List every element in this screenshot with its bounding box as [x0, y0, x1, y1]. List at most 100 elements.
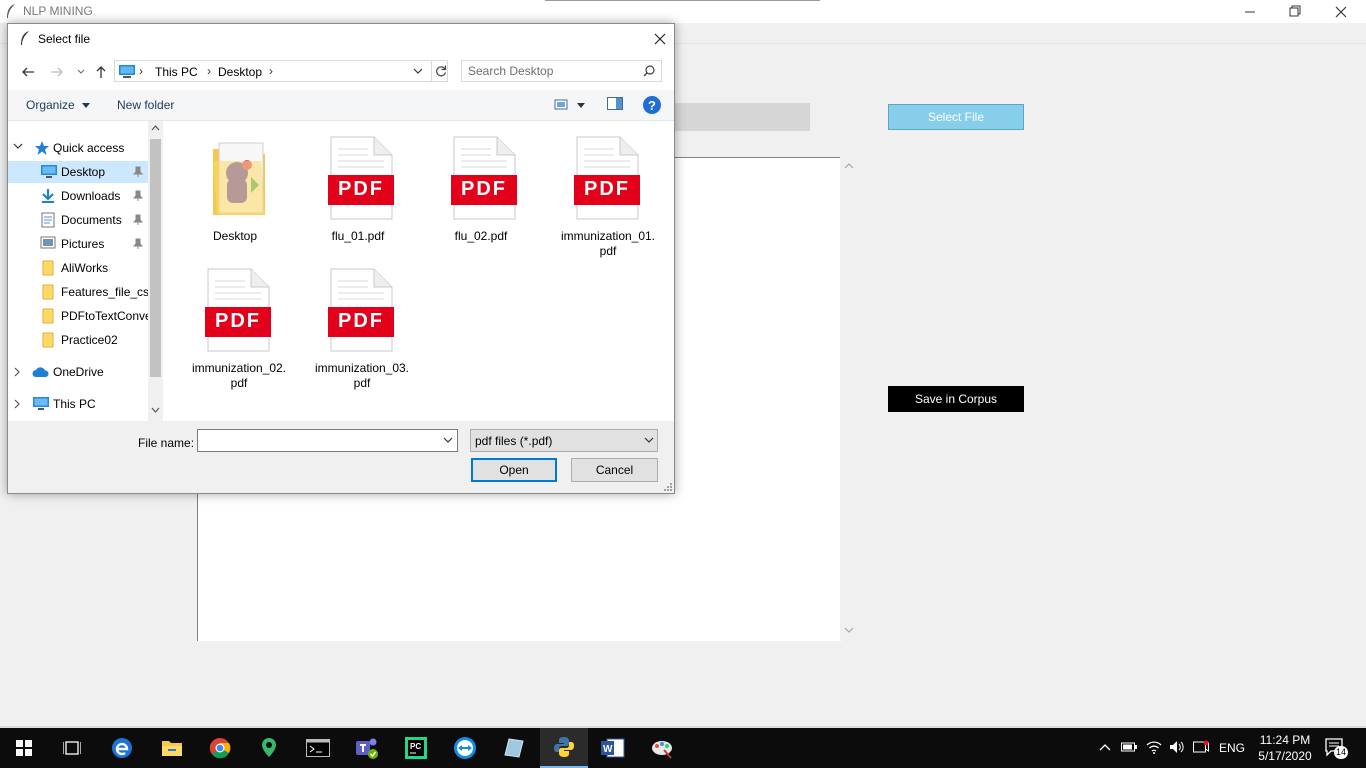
- star-icon: [35, 141, 49, 155]
- taskbar: PC W ENG 11:24 PM 5/17/2020 14: [0, 728, 1366, 768]
- terminal-taskbar-button[interactable]: [294, 728, 342, 768]
- navigation-scrollbar[interactable]: [148, 121, 163, 421]
- tree-item-desktop[interactable]: Desktop: [8, 161, 148, 183]
- recent-locations-button[interactable]: [72, 63, 90, 81]
- search-box[interactable]: [461, 60, 662, 82]
- close-app-button[interactable]: [1318, 2, 1364, 22]
- battery-icon[interactable]: [1121, 742, 1137, 752]
- breadcrumb-this-pc[interactable]: This PC: [155, 65, 198, 79]
- folder-icon: [213, 142, 265, 215]
- breadcrumb-desktop[interactable]: Desktop: [218, 65, 262, 79]
- maps-taskbar-button[interactable]: [245, 728, 293, 768]
- scroll-up-icon[interactable]: [151, 125, 160, 131]
- tree-item-practice02[interactable]: Practice02: [8, 329, 148, 351]
- tree-item-quick-access[interactable]: Quick access: [8, 137, 148, 159]
- file-item-immunization-02[interactable]: PDF immunization_02.pdf: [173, 257, 286, 390]
- teams-taskbar-button[interactable]: [343, 728, 391, 768]
- chevron-down-icon[interactable]: [443, 437, 453, 443]
- tree-item-features-file-csv[interactable]: Features_file_csv: [8, 281, 148, 303]
- map-pin-icon: [262, 738, 276, 757]
- address-dropdown-icon[interactable]: [413, 65, 423, 77]
- save-in-corpus-button[interactable]: Save in Corpus: [888, 386, 1024, 412]
- clock[interactable]: 11:24 PM 5/17/2020: [1256, 732, 1314, 764]
- teamviewer-taskbar-button[interactable]: [441, 728, 489, 768]
- change-view-button[interactable]: [553, 97, 589, 113]
- file-name-input[interactable]: [202, 433, 432, 448]
- tree-item-downloads[interactable]: Downloads: [8, 185, 148, 207]
- back-button[interactable]: [19, 63, 37, 81]
- pycharm-taskbar-button[interactable]: PC: [392, 728, 440, 768]
- file-name: immunization_03.pdf: [314, 361, 410, 390]
- file-item-flu-01[interactable]: PDF flu_01.pdf: [296, 125, 406, 253]
- task-view-button[interactable]: [48, 728, 96, 768]
- help-button[interactable]: ?: [643, 96, 661, 114]
- organize-label: Organize: [26, 98, 75, 112]
- file-name-label: File name:: [138, 436, 195, 450]
- search-icon[interactable]: [643, 65, 655, 77]
- paint-taskbar-button[interactable]: [638, 728, 686, 768]
- tree-item-documents[interactable]: Documents: [8, 209, 148, 231]
- notification-count-badge: 14: [1334, 746, 1348, 759]
- new-folder-button[interactable]: New folder: [117, 98, 174, 112]
- tree-item-label: Documents: [61, 213, 122, 227]
- file-type-select[interactable]: pdf files (*.pdf): [470, 429, 658, 452]
- refresh-icon: [436, 65, 447, 77]
- open-button[interactable]: Open: [471, 458, 557, 482]
- chrome-taskbar-button[interactable]: [196, 728, 244, 768]
- navigation-pane: Quick access Desktop Downloads Documents…: [8, 121, 163, 421]
- forward-button[interactable]: [48, 63, 66, 81]
- scroll-up-icon[interactable]: [844, 163, 854, 169]
- app-titlebar: NLP MINING: [0, 0, 1366, 23]
- language-indicator[interactable]: ENG: [1219, 741, 1245, 755]
- file-name: Desktop: [212, 229, 258, 243]
- dialog-close-button[interactable]: [648, 29, 672, 49]
- minimize-button[interactable]: [1227, 2, 1273, 22]
- scroll-down-icon[interactable]: [151, 407, 160, 413]
- address-bar[interactable]: › This PC › Desktop ›: [114, 60, 448, 82]
- scroll-down-icon[interactable]: [844, 627, 854, 633]
- tree-item-aliworks[interactable]: AliWorks: [8, 257, 148, 279]
- start-button[interactable]: [0, 728, 48, 768]
- pin-icon: [133, 214, 143, 225]
- pdf-badge: PDF: [215, 310, 261, 332]
- cancel-button[interactable]: Cancel: [571, 458, 658, 482]
- svg-text:PC: PC: [410, 742, 421, 751]
- word-taskbar-button[interactable]: W: [589, 728, 637, 768]
- organize-menu-button[interactable]: Organize: [26, 98, 91, 112]
- file-item-immunization-03[interactable]: PDF immunization_03.pdf: [296, 257, 409, 390]
- tree-item-pictures[interactable]: Pictures: [8, 233, 148, 255]
- file-name-combobox[interactable]: [197, 429, 458, 452]
- edge-taskbar-button[interactable]: [98, 728, 146, 768]
- file-name: flu_02.pdf: [454, 229, 508, 243]
- text-scrollbar[interactable]: [840, 157, 858, 640]
- wifi-icon[interactable]: [1146, 740, 1162, 754]
- glass-icon: [504, 738, 524, 758]
- restore-button[interactable]: [1272, 2, 1318, 22]
- file-item-desktop-folder[interactable]: Desktop: [173, 125, 283, 253]
- resize-grip-icon[interactable]: [664, 483, 672, 491]
- file-item-immunization-01[interactable]: PDF immunization_01.pdf: [542, 125, 655, 258]
- forward-arrow-icon: [51, 67, 63, 77]
- meet-now-icon[interactable]: [1193, 740, 1209, 754]
- search-input[interactable]: [468, 63, 636, 79]
- app-taskbar-button[interactable]: [490, 728, 538, 768]
- notification-center-button[interactable]: 14: [1325, 738, 1348, 759]
- up-button[interactable]: [92, 63, 110, 81]
- pin-icon: [133, 238, 143, 249]
- file-explorer-taskbar-button[interactable]: [148, 728, 196, 768]
- breadcrumb-separator-icon: ›: [207, 64, 211, 78]
- tree-item-pdftotextconverter[interactable]: PDFtoTextConverter: [8, 305, 148, 327]
- tree-item-label: Downloads: [61, 189, 121, 203]
- python-taskbar-button[interactable]: [540, 728, 588, 768]
- chevron-up-icon[interactable]: [1099, 743, 1111, 751]
- scrollbar-thumb[interactable]: [150, 139, 161, 377]
- tree-item-this-pc[interactable]: This PC: [8, 393, 148, 415]
- breadcrumb-separator-icon: ›: [139, 64, 143, 78]
- file-item-flu-02[interactable]: PDF flu_02.pdf: [419, 125, 529, 253]
- select-file-button[interactable]: Select File: [888, 104, 1024, 130]
- tree-item-onedrive[interactable]: OneDrive: [8, 361, 148, 383]
- document-icon: [41, 212, 55, 228]
- preview-pane-button[interactable]: [607, 97, 623, 111]
- refresh-button[interactable]: [431, 61, 450, 81]
- volume-icon[interactable]: [1169, 740, 1185, 754]
